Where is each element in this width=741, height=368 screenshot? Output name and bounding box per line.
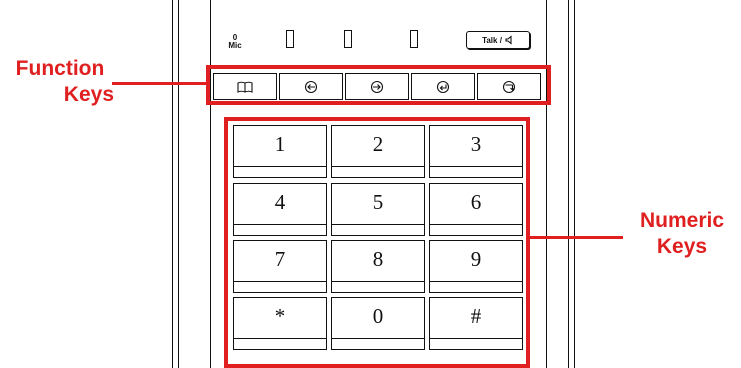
device-edge-right-inner	[568, 0, 569, 368]
speaker-icon	[505, 35, 512, 45]
numeric-keys-callout-line2: Keys	[656, 235, 708, 258]
mic-label: 0 Mic	[226, 34, 244, 50]
talk-button-label: Talk /	[482, 35, 502, 45]
function-keys-callout-line2: Keys	[63, 83, 114, 106]
function-keys-callout-line	[112, 82, 208, 85]
mic-label-bottom: Mic	[228, 41, 242, 50]
device-edge-left-outer	[172, 0, 173, 368]
device-panel-right	[546, 0, 547, 368]
status-led-1	[286, 30, 294, 48]
status-led-3	[410, 30, 418, 48]
function-keys-callout-line1: Function	[15, 57, 105, 80]
numeric-keys-highlight	[224, 117, 530, 368]
status-led-2	[344, 30, 352, 48]
device-panel-left	[210, 0, 211, 368]
talk-button[interactable]: Talk /	[466, 31, 530, 49]
function-keys-callout: Function Keys	[6, 56, 114, 108]
function-keys-highlight	[206, 65, 551, 105]
device-edge-left-inner	[178, 0, 179, 368]
numeric-keys-callout-line	[527, 236, 623, 239]
numeric-keys-callout-line1: Numeric	[639, 209, 725, 232]
device-edge-right-outer	[574, 0, 575, 368]
numeric-keys-callout: Numeric Keys	[632, 208, 732, 260]
